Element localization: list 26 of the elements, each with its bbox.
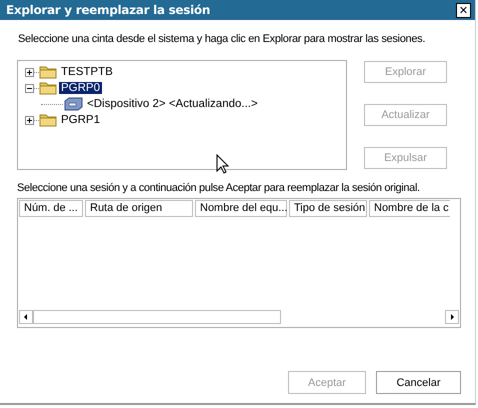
column-header[interactable]: Nombre de la c	[369, 200, 450, 217]
tape-drive-icon	[63, 97, 83, 111]
tree-item[interactable]: PGRP1	[59, 114, 102, 126]
folder-icon	[39, 113, 57, 127]
expand-icon[interactable]	[25, 116, 34, 124]
scroll-thumb[interactable]	[33, 310, 281, 324]
instruction-text: Seleccione una sesión y a continuación pulse Aceptar para reemplazar la sesión original.	[17, 182, 421, 194]
dialog-button[interactable]: Cancelar	[376, 371, 461, 394]
horizontal-scrollbar[interactable]	[19, 309, 459, 325]
window-title: Explorar y reemplazar la sesión	[6, 3, 210, 17]
scroll-right-icon[interactable]	[445, 310, 459, 324]
column-header[interactable]: Nombre del equ...	[195, 200, 287, 217]
folder-icon	[39, 65, 57, 79]
collapse-icon[interactable]	[25, 84, 34, 92]
scroll-left-icon[interactable]	[19, 310, 33, 324]
column-header[interactable]: Núm. de ...	[19, 200, 83, 217]
tree-item[interactable]: PGRP0	[59, 82, 102, 94]
folder-icon	[39, 81, 57, 95]
tree-item[interactable]: TESTPTB	[59, 66, 115, 78]
column-header[interactable]: Tipo de sesión	[289, 200, 367, 217]
column-header[interactable]: Ruta de origen	[85, 200, 193, 217]
mouse-pointer-icon	[216, 154, 230, 174]
instruction-text: Seleccione una cinta desde el sistema y haga clic en Explorar para mostrar las sesiones.	[18, 33, 426, 45]
tree-item[interactable]: <Dispositivo 2> <Actualizando...>	[85, 98, 260, 110]
close-button[interactable]: ✕	[456, 2, 471, 18]
expand-icon[interactable]	[25, 68, 34, 76]
